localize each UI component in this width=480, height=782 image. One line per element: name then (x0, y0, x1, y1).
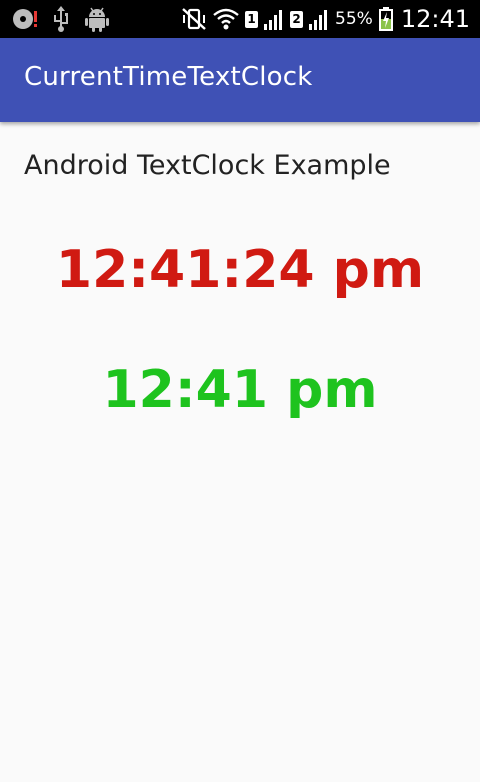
sim2-badge: 2 (290, 10, 304, 28)
app-bar: CurrentTimeTextClock (0, 38, 480, 122)
text-clock-without-seconds: 12:41 pm (102, 360, 378, 420)
usb-icon (52, 6, 70, 32)
status-bar-time: 12:41 (400, 5, 470, 33)
wifi-icon (213, 8, 239, 30)
text-clock-with-seconds: 12:41:24 pm (55, 240, 425, 300)
sim1-badge: 1 (245, 10, 259, 28)
signal-icon (264, 8, 284, 30)
battery-percent: 55% (335, 9, 373, 29)
status-bar: 1 2 55% 12:41 (0, 0, 480, 38)
status-bar-system: 1 2 55% 12:41 (181, 4, 470, 34)
main-content: Android TextClock Example 12:41:24 pm 12… (0, 122, 480, 782)
app-title: CurrentTimeTextClock (24, 62, 313, 92)
android-debug-icon (84, 6, 110, 32)
vibrate-off-icon (181, 7, 207, 31)
status-bar-notifications (12, 6, 110, 32)
battery-charging-icon (378, 7, 393, 31)
signal-icon (309, 8, 329, 30)
page-heading: Android TextClock Example (24, 150, 391, 181)
disk-alert-icon (12, 7, 38, 31)
